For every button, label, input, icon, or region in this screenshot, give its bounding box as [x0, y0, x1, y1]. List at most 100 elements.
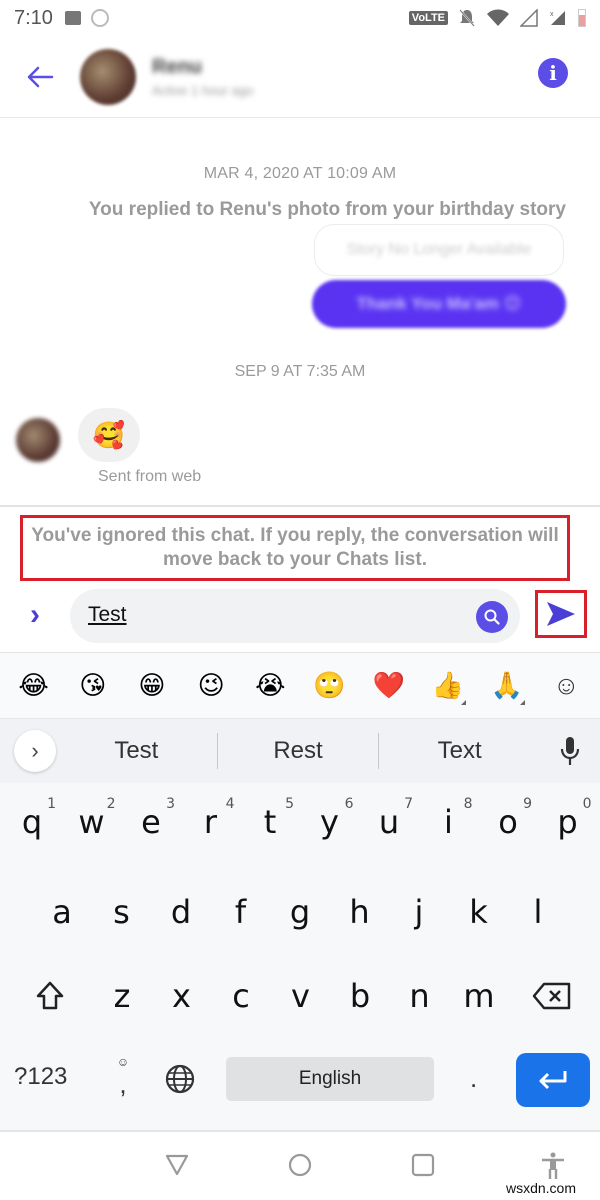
nav-home-button[interactable]	[287, 1152, 313, 1183]
divider	[0, 505, 600, 507]
keyboard-row-1: q1w2e3r4t5y6u7i8o9p0	[0, 793, 600, 853]
key-n[interactable]: n	[392, 967, 448, 1025]
status-icons: VoLTE x	[408, 8, 586, 28]
send-icon	[547, 602, 575, 626]
emoji-key[interactable]: 😁	[132, 670, 172, 701]
story-placeholder: Story No Longer Available	[346, 241, 532, 258]
gallery-icon	[64, 11, 81, 25]
key-a[interactable]: a	[34, 883, 90, 941]
key-f[interactable]: f	[213, 883, 269, 941]
backspace-key[interactable]	[524, 967, 580, 1025]
key-label: w	[78, 803, 105, 841]
sent-message-bubble[interactable]: Thank You Ma'am 😊	[312, 280, 566, 328]
contact-name: Renu	[152, 55, 202, 78]
key-label: i	[444, 803, 453, 841]
contact-info[interactable]: Renu Active 1 hour ago	[152, 56, 253, 98]
key-i[interactable]: i8	[421, 793, 477, 851]
emoji-key[interactable]: 😉	[191, 670, 231, 701]
space-bar[interactable]: English	[226, 1057, 434, 1101]
message-input-value[interactable]: Test	[88, 603, 127, 627]
key-label: y	[320, 803, 339, 841]
key-x[interactable]: x	[154, 967, 210, 1025]
key-s[interactable]: s	[94, 883, 150, 941]
enter-key[interactable]	[516, 1053, 590, 1107]
space-bar-label: English	[298, 1068, 362, 1089]
contact-status: Active 1 hour ago	[152, 82, 254, 98]
word-suggestion[interactable]: Text	[379, 737, 540, 765]
globe-icon	[165, 1064, 195, 1094]
chevron-right-icon: ›	[31, 738, 39, 763]
volte-icon: VoLTE	[408, 11, 448, 25]
word-suggestion[interactable]: Rest	[218, 737, 379, 765]
voice-input-button[interactable]	[540, 735, 600, 767]
keyboard-row-2: asdfghjkl	[0, 883, 600, 943]
key-p[interactable]: p0	[540, 793, 596, 851]
emoji-panel-button[interactable]: ☺	[546, 670, 586, 701]
sender-avatar[interactable]	[16, 418, 60, 462]
screen: 7:10 VoLTE x Renu Active 1 hour ago i MA…	[0, 0, 600, 1200]
emoji-key[interactable]: 😭	[250, 670, 290, 701]
suggestions-expand-button[interactable]: ›	[14, 730, 56, 772]
symbols-key[interactable]: ?123	[14, 1063, 67, 1091]
key-label: o	[498, 803, 518, 841]
key-o[interactable]: o9	[480, 793, 536, 851]
emoji-key[interactable]: ❤️	[369, 670, 409, 701]
key-y[interactable]: y6	[302, 793, 358, 851]
key-r[interactable]: r4	[183, 793, 239, 851]
expand-actions-button[interactable]: ›	[30, 598, 40, 632]
comma-key[interactable]: ☺ ,	[108, 1055, 138, 1100]
key-t[interactable]: t5	[242, 793, 298, 851]
key-number-hint: 1	[47, 796, 56, 812]
shift-key[interactable]	[22, 967, 78, 1025]
key-m[interactable]: m	[451, 967, 507, 1025]
search-button[interactable]	[476, 601, 508, 633]
received-message-bubble[interactable]: 🥰	[78, 408, 140, 462]
signal-icon	[520, 9, 538, 27]
key-g[interactable]: g	[272, 883, 328, 941]
emoji-key[interactable]: 👍	[428, 670, 468, 705]
key-j[interactable]: j	[391, 883, 447, 941]
contact-avatar[interactable]	[80, 48, 136, 105]
key-l[interactable]: l	[510, 883, 566, 941]
key-b[interactable]: b	[332, 967, 388, 1025]
status-bar: 7:10 VoLTE x	[0, 0, 600, 36]
language-switch-key[interactable]	[164, 1063, 196, 1100]
emoji-hint: ☺	[116, 1055, 130, 1069]
comma-label: ,	[119, 1069, 127, 1099]
smiling-hearts-emoji: 🥰	[92, 419, 126, 450]
key-number-hint: 3	[166, 796, 175, 812]
story-preview[interactable]: Story No Longer Available	[314, 224, 564, 276]
key-c[interactable]: c	[213, 967, 269, 1025]
key-w[interactable]: w2	[64, 793, 120, 851]
key-u[interactable]: u7	[361, 793, 417, 851]
key-k[interactable]: k	[451, 883, 507, 941]
nav-back-button[interactable]	[164, 1152, 190, 1183]
back-button[interactable]	[10, 47, 70, 107]
emoji-key[interactable]: 😘	[73, 670, 113, 701]
emoji-key[interactable]: 🙏	[487, 670, 527, 705]
nav-recents-button[interactable]	[410, 1152, 436, 1183]
recents-nav-icon	[411, 1153, 435, 1177]
timestamp: MAR 4, 2020 AT 10:09 AM	[203, 165, 397, 182]
key-label: p	[557, 803, 578, 841]
message-input[interactable]: Test	[70, 589, 520, 643]
wifi-icon	[487, 9, 509, 26]
key-z[interactable]: z	[94, 967, 150, 1025]
emoji-key[interactable]: 😂	[14, 670, 54, 701]
emoji-key[interactable]: 🙄	[310, 670, 350, 701]
shift-icon	[36, 981, 64, 1010]
key-number-hint: 5	[285, 796, 294, 812]
send-button[interactable]	[535, 590, 587, 638]
emoji-suggestion-row: 😂 😘 😁 😉 😭 🙄 ❤️ 👍 🙏 ☺	[0, 653, 600, 719]
key-h[interactable]: h	[332, 883, 388, 941]
home-nav-icon	[288, 1153, 312, 1177]
key-e[interactable]: e3	[123, 793, 179, 851]
period-key[interactable]: .	[470, 1063, 477, 1094]
word-suggestion[interactable]: Test	[56, 737, 217, 765]
key-v[interactable]: v	[273, 967, 329, 1025]
key-q[interactable]: q1	[4, 793, 60, 851]
key-number-hint: 8	[463, 796, 473, 812]
info-button[interactable]: i	[538, 58, 568, 88]
key-label: r	[203, 803, 218, 841]
key-d[interactable]: d	[153, 883, 209, 941]
